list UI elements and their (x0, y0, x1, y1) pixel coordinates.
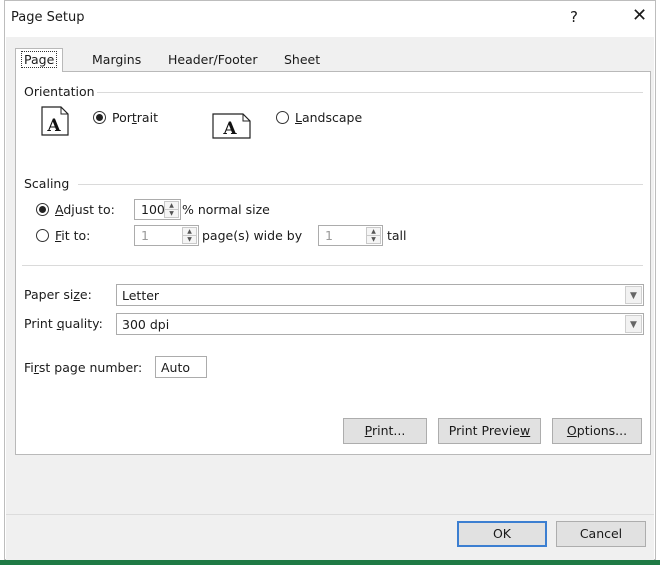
landscape-radio[interactable] (276, 111, 289, 124)
fit-to-label-post: it to: (61, 228, 91, 243)
adjust-to-label-post: djust to: (63, 202, 115, 217)
landscape-page-icon: A (212, 113, 251, 139)
paper-size-value: Letter (122, 288, 160, 303)
options-button[interactable]: Options... (552, 418, 642, 444)
print-preview-button-pre: Print Previe (448, 423, 520, 438)
tab-margins[interactable]: Margins (87, 51, 146, 71)
print-quality-label: Print quality: (24, 316, 103, 331)
spin-down-icon[interactable]: ▼ (367, 236, 380, 244)
spin-up-icon[interactable]: ▲ (183, 228, 196, 236)
spin-down-icon[interactable]: ▼ (183, 236, 196, 244)
title-bar[interactable]: Page Setup ? ✕ (5, 1, 655, 37)
tab-header-footer[interactable]: Header/Footer (163, 51, 263, 71)
spin-down-icon[interactable]: ▼ (165, 210, 178, 218)
print-button-key: P (364, 423, 372, 438)
pages-wide-value: 1 (141, 228, 149, 243)
adjust-to-label[interactable]: Adjust to: (55, 202, 115, 217)
tab-sheet-label: Sheet (284, 52, 321, 67)
portrait-radio[interactable] (93, 111, 106, 124)
paper-size-label: Paper size: (24, 287, 92, 302)
tab-page[interactable]: Page (15, 48, 64, 72)
pages-tall-value: 1 (325, 228, 333, 243)
app-window-edge (0, 560, 660, 565)
landscape-icon-letter: A (222, 119, 237, 139)
spin-up-icon[interactable]: ▲ (367, 228, 380, 236)
tab-sheet[interactable]: Sheet (279, 51, 325, 71)
fit-to-radio[interactable] (36, 229, 49, 242)
adjust-to-value: 100 (141, 202, 165, 217)
print-quality-value: 300 dpi (122, 317, 170, 332)
first-page-number-label-post: st page number: (38, 360, 143, 375)
tab-header-footer-label: Header/Footer (168, 52, 258, 67)
close-button[interactable]: ✕ (632, 5, 647, 26)
tab-margins-label: Margins (92, 52, 142, 67)
portrait-label-pre: Por (112, 110, 132, 125)
portrait-page-icon: A (41, 106, 69, 136)
window-title: Page Setup (11, 10, 85, 25)
paper-size-label-pre: Paper si (24, 287, 74, 302)
spin-up-icon[interactable]: ▲ (165, 202, 178, 210)
chevron-down-icon[interactable]: ▼ (625, 315, 642, 333)
scaling-bottom-divider (22, 265, 643, 266)
adjust-to-spinner[interactable]: 100 ▲ ▼ (134, 199, 181, 220)
print-quality-label-key: q (56, 316, 65, 331)
paper-size-label-post: e: (79, 287, 92, 302)
print-button-post: rint... (371, 423, 406, 438)
chevron-down-icon[interactable]: ▼ (625, 286, 642, 304)
options-button-key: O (566, 423, 577, 438)
pages-tall-spin-arrows[interactable]: ▲ ▼ (366, 227, 381, 244)
landscape-label-post: andscape (301, 110, 363, 125)
pages-wide-spin-arrows[interactable]: ▲ ▼ (182, 227, 197, 244)
page-setup-window: Page Setup ? ✕ Page Margins Header/Foote… (4, 0, 656, 560)
print-button[interactable]: Print... (343, 418, 427, 444)
pages-tall-label: tall (387, 228, 407, 243)
orientation-group-title: Orientation (24, 84, 95, 99)
landscape-label-key: L (295, 110, 302, 125)
paper-size-select[interactable]: Letter ▼ (116, 284, 644, 306)
orientation-divider (97, 92, 643, 93)
dialog-body: Page Margins Header/Footer Sheet Orienta… (6, 37, 654, 560)
footer-divider (6, 514, 654, 515)
first-page-number-label-pre: Fi (24, 360, 34, 375)
scaling-group-title: Scaling (24, 176, 70, 191)
print-preview-button[interactable]: Print Preview (438, 418, 541, 444)
portrait-label[interactable]: Portrait (112, 110, 158, 125)
print-quality-select[interactable]: 300 dpi ▼ (116, 313, 644, 335)
first-page-number-value: Auto (161, 360, 191, 375)
page-tab-panel: Orientation A Portrait A Landscape Scali… (15, 71, 651, 455)
pages-wide-spinner[interactable]: 1 ▲ ▼ (134, 225, 199, 246)
print-quality-label-post: uality: (64, 316, 103, 331)
landscape-label[interactable]: Landscape (295, 110, 362, 125)
scaling-divider (78, 184, 643, 185)
print-quality-label-pre: Print (24, 316, 57, 331)
fit-to-label[interactable]: Fit to: (55, 228, 90, 243)
normal-size-label: % normal size (182, 202, 270, 217)
adjust-to-spin-arrows[interactable]: ▲ ▼ (164, 201, 179, 218)
print-preview-button-key: w (519, 423, 531, 438)
portrait-label-post: rait (136, 110, 158, 125)
ok-button[interactable]: OK (457, 521, 547, 547)
pages-tall-spinner[interactable]: 1 ▲ ▼ (318, 225, 383, 246)
options-button-post: ptions... (576, 423, 628, 438)
tab-page-label: Page (21, 51, 58, 68)
adjust-to-radio[interactable] (36, 203, 49, 216)
portrait-icon-letter: A (46, 116, 61, 136)
first-page-number-input[interactable]: Auto (155, 356, 207, 378)
help-button[interactable]: ? (570, 8, 578, 26)
pages-wide-label: page(s) wide by (202, 228, 303, 243)
first-page-number-label: First page number: (24, 360, 142, 375)
cancel-button[interactable]: Cancel (556, 521, 646, 547)
